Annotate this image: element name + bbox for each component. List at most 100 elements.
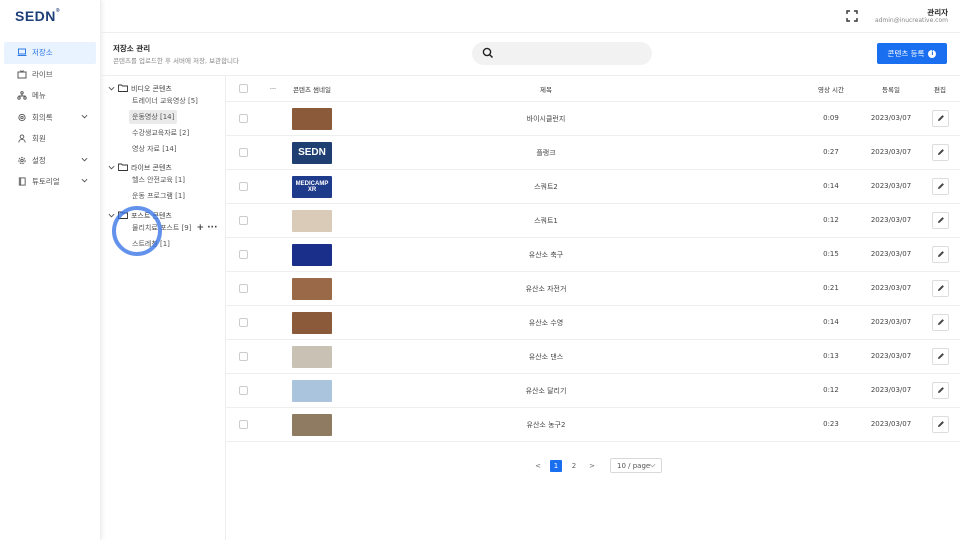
row-duration: 0:14 — [823, 182, 839, 190]
chevron-down-icon — [81, 177, 88, 186]
user-icon — [16, 134, 28, 144]
sidebar-item-label: 회원 — [32, 134, 46, 144]
table-row[interactable]: 바이시클런지 0:09 2023/03/07 — [226, 102, 960, 136]
table-row[interactable]: 유산소 달리기 0:12 2023/03/07 — [226, 374, 960, 408]
row-checkbox[interactable] — [239, 284, 248, 293]
row-checkbox[interactable] — [239, 182, 248, 191]
pencil-icon — [937, 148, 945, 158]
chevron-down-icon — [81, 156, 88, 165]
edit-button[interactable] — [932, 348, 949, 365]
edit-button[interactable] — [932, 280, 949, 297]
thumbnail-image[interactable] — [292, 312, 332, 334]
page-size-select[interactable]: 10 / page — [610, 458, 662, 473]
sidebar-item-3[interactable]: 회의록 — [4, 107, 96, 129]
page-2-button[interactable]: 2 — [568, 460, 580, 472]
row-checkbox[interactable] — [239, 352, 248, 361]
sidebar-item-4[interactable]: 회원 — [4, 128, 96, 150]
duration-header: 영상 시간 — [818, 85, 844, 94]
next-page-button[interactable]: > — [586, 460, 598, 472]
row-checkbox[interactable] — [239, 250, 248, 259]
sidebar-nav: 저장소 라이브 메뉴 회의록회원설정 튜토리얼 — [4, 42, 96, 193]
select-all-checkbox[interactable] — [239, 84, 248, 93]
chevron-down-icon[interactable] — [108, 164, 116, 173]
edit-header: 편집 — [934, 85, 946, 94]
row-checkbox[interactable] — [239, 148, 248, 157]
sidebar-item-2[interactable]: 메뉴 — [4, 85, 96, 107]
edit-button[interactable] — [932, 110, 949, 127]
tree-item[interactable]: 헬스 안전교육 [1] — [129, 173, 188, 187]
edit-button[interactable] — [932, 382, 949, 399]
page-1-button[interactable]: 1 — [550, 459, 562, 472]
sidebar-item-5[interactable]: 설정 — [4, 150, 96, 172]
row-duration: 0:12 — [823, 386, 839, 394]
row-title: 유산소 자전거 — [525, 285, 567, 293]
table-row[interactable]: MEDICAMP XR 스쿼트2 0:14 2023/03/07 — [226, 170, 960, 204]
sidebar-item-1[interactable]: 라이브 — [4, 64, 96, 86]
thumbnail-image[interactable] — [292, 108, 332, 130]
tree-group[interactable]: 라이브 콘텐츠 — [108, 163, 172, 173]
thumbnail-image[interactable] — [292, 380, 332, 402]
edit-button[interactable] — [932, 178, 949, 195]
laptop-icon — [16, 48, 28, 58]
thumbnail-image[interactable]: SEDN — [292, 142, 332, 164]
register-content-button[interactable]: 콘텐츠 등록 i — [877, 43, 947, 64]
sidebar-item-6[interactable]: 튜토리얼 — [4, 171, 96, 193]
row-checkbox[interactable] — [239, 114, 248, 123]
tree-item[interactable]: 운동영상 [14] — [129, 110, 178, 124]
pencil-icon — [937, 182, 945, 192]
more-header[interactable]: ··· — [266, 85, 280, 93]
search-input[interactable] — [500, 46, 640, 61]
edit-button[interactable] — [932, 212, 949, 229]
thumbnail-image[interactable]: MEDICAMP XR — [292, 176, 332, 198]
thumbnail-image[interactable] — [292, 244, 332, 266]
row-date: 2023/03/07 — [870, 420, 912, 428]
row-checkbox[interactable] — [239, 386, 248, 395]
tree-item[interactable]: 영상 자료 [14] — [129, 142, 180, 156]
chevron-down-icon[interactable] — [108, 85, 116, 94]
row-title: 플랭크 — [536, 149, 556, 157]
thumbnail-image[interactable] — [292, 278, 332, 300]
menu-tree-icon — [16, 91, 28, 101]
row-date: 2023/03/07 — [870, 148, 912, 156]
edit-button[interactable] — [932, 144, 949, 161]
tree-item-label: 헬스 안전교육 [1] — [132, 176, 186, 184]
table-row[interactable]: SEDN 플랭크 0:27 2023/03/07 — [226, 136, 960, 170]
row-duration: 0:09 — [823, 114, 839, 122]
table-row[interactable]: 유산소 축구 0:15 2023/03/07 — [226, 238, 960, 272]
click-highlight-ring — [112, 206, 162, 256]
thumbnail-caption: SEDN — [298, 147, 326, 158]
row-checkbox[interactable] — [239, 216, 248, 225]
sidebar-item-0[interactable]: 저장소 — [4, 42, 96, 64]
row-duration: 0:27 — [823, 148, 839, 156]
fullscreen-icon[interactable] — [845, 9, 859, 23]
table-row[interactable]: 유산소 수영 0:14 2023/03/07 — [226, 306, 960, 340]
thumbnail-image[interactable] — [292, 346, 332, 368]
row-title: 스쿼트2 — [534, 183, 558, 191]
tree-item[interactable]: 수강생교육자료 [2] — [129, 126, 192, 140]
table-row[interactable]: 스쿼트1 0:12 2023/03/07 — [226, 204, 960, 238]
tree-node-actions[interactable]: + ··· — [196, 223, 217, 233]
tree-item[interactable]: 트레이너 교육영상 [5] — [129, 94, 201, 108]
page-title: 저장소 관리 — [113, 44, 151, 53]
row-checkbox[interactable] — [239, 420, 248, 429]
thumbnail-image[interactable] — [292, 414, 332, 436]
edit-button[interactable] — [932, 246, 949, 263]
thumbnail-image[interactable] — [292, 210, 332, 232]
chevron-down-icon — [649, 462, 656, 471]
search-box[interactable] — [472, 42, 652, 65]
row-checkbox[interactable] — [239, 318, 248, 327]
table-row[interactable]: 유산소 댄스 0:13 2023/03/07 — [226, 340, 960, 374]
pencil-icon — [937, 216, 945, 226]
table-row[interactable]: 유산소 자전거 0:21 2023/03/07 — [226, 272, 960, 306]
gear-icon — [16, 155, 28, 165]
edit-button[interactable] — [932, 314, 949, 331]
row-title: 유산소 수영 — [528, 319, 564, 327]
search-icon[interactable] — [482, 47, 494, 61]
logo[interactable]: SEDN® — [15, 8, 60, 24]
prev-page-button[interactable]: < — [532, 460, 544, 472]
page-size-value: 10 / page — [617, 461, 651, 470]
tree-group[interactable]: 비디오 콘텐츠 — [108, 84, 172, 94]
edit-button[interactable] — [932, 416, 949, 433]
tree-item[interactable]: 운동 프로그램 [1] — [129, 189, 188, 203]
table-row[interactable]: 유산소 농구2 0:23 2023/03/07 — [226, 408, 960, 442]
